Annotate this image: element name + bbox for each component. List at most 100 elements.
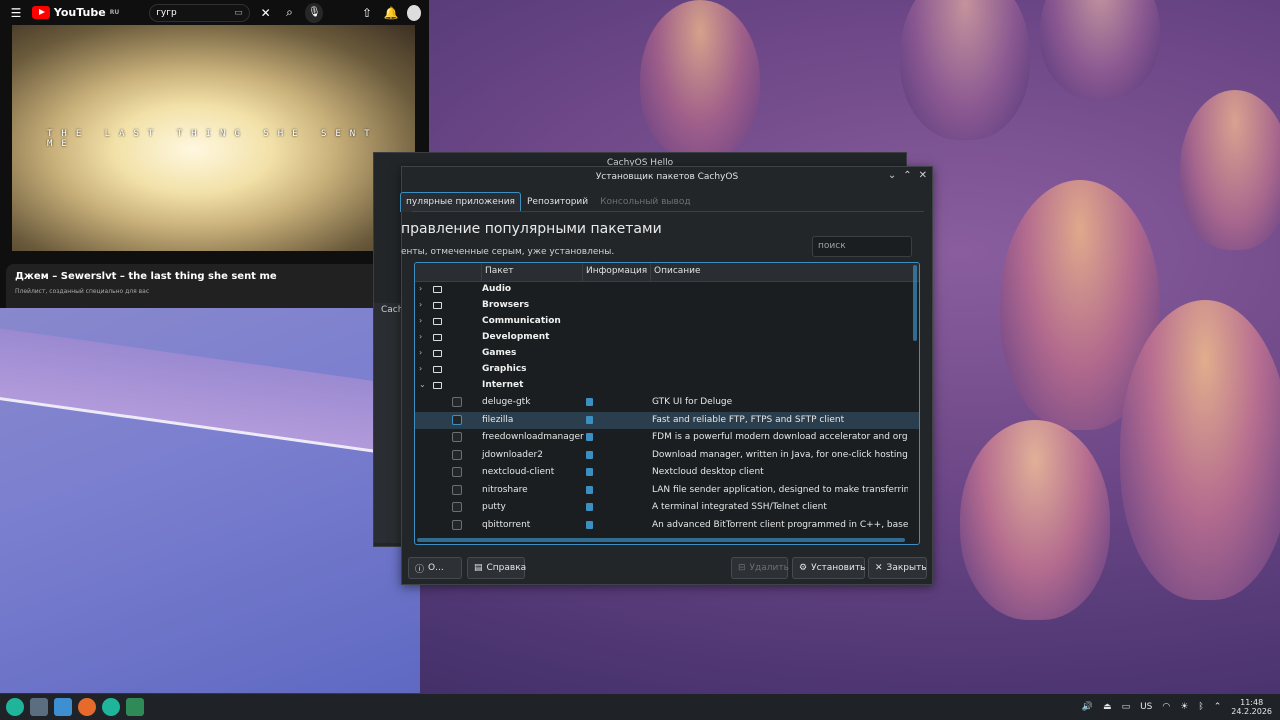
folder-icon [433,350,442,357]
category-label: Browsers [482,300,530,310]
info-icon[interactable] [586,503,593,511]
package-checkbox[interactable] [452,397,462,407]
wifi-icon[interactable]: ◠ [1162,702,1170,712]
folder-icon [433,318,442,325]
window-titlebar[interactable]: Установщик пакетов CachyOS ⌄ ⌃ ✕ [402,167,932,187]
info-icon[interactable] [586,415,593,424]
chevron-up-icon[interactable]: ⌃ [1214,702,1222,712]
package-row[interactable]: nextcloud-client Nextcloud desktop client [415,464,919,482]
chevron-down-icon[interactable]: ⌄ [419,380,426,389]
search-icon[interactable]: ⌕ [282,5,298,20]
package-checkbox[interactable] [452,414,462,425]
info-icon[interactable] [586,398,593,406]
about-button[interactable]: ⓘ О... [408,557,462,579]
column-package[interactable]: Пакет [482,263,583,281]
application-launcher-icon[interactable] [6,698,24,716]
cachyos-hello-icon[interactable] [102,698,120,716]
package-name: qbittorrent [482,519,531,530]
microphone-icon[interactable]: 🎙 [305,2,324,23]
remove-icon: ⊟ [738,563,746,573]
package-row[interactable]: freedownloadmanager FDM is a powerful mod… [415,429,919,447]
category-row[interactable]: › Games [415,346,919,362]
folder-icon [433,286,442,293]
youtube-search-input[interactable]: гугр ▭ [149,3,250,22]
close-icon[interactable]: ✕ [919,170,927,181]
desktop-icon[interactable] [30,698,48,716]
package-installer-icon[interactable] [126,698,144,716]
usb-icon[interactable]: ⏏ [1103,702,1112,712]
search-input[interactable]: поиск [812,236,912,257]
clock-time: 11:48 [1240,698,1264,707]
column-info[interactable]: Информация [583,263,651,281]
package-row[interactable]: deluge-gtk GTK UI for Deluge [415,394,919,412]
close-button[interactable]: ✕ Закрыть [868,557,927,579]
file-manager-icon[interactable] [54,698,72,716]
package-checkbox[interactable] [452,519,462,530]
tab-repository[interactable]: Репозиторий [521,192,594,212]
help-button-label: Справка [486,563,527,573]
column-description[interactable]: Описание [651,263,919,281]
package-name: freedownloadmanager [482,432,584,442]
package-row[interactable]: putty A terminal integrated SSH/Telnet cl… [415,499,919,517]
firefox-icon[interactable] [78,698,96,716]
category-label: Audio [482,284,512,294]
category-row[interactable]: › Audio [415,282,919,298]
category-row[interactable]: › Communication [415,314,919,330]
avatar[interactable] [406,4,422,21]
info-icon[interactable] [586,450,593,459]
help-button[interactable]: ▤ Справка [467,557,527,579]
info-icon[interactable] [586,468,593,476]
category-label: Games [482,348,517,358]
notifications-icon[interactable]: 🔔 [383,6,399,20]
category-row[interactable]: › Graphics [415,362,919,378]
category-row[interactable]: ⌄ Internet [415,378,919,394]
info-icon[interactable] [586,433,593,441]
category-row[interactable]: › Development [415,330,919,346]
chevron-right-icon[interactable]: › [419,284,422,293]
clear-search-icon[interactable]: ✕ [258,6,274,20]
volume-icon[interactable]: 🔊 [1082,702,1093,712]
vertical-scrollbar[interactable] [913,265,917,341]
wallpaper-shape [1120,300,1280,600]
page-subtitle: енты, отмеченные серым, уже установлены. [401,247,615,257]
package-row[interactable]: qbittorrent An advanced BitTorrent client… [415,517,919,535]
horizontal-scrollbar[interactable] [417,538,905,542]
package-tree[interactable]: Пакет Информация Описание › Audio › Browse… [414,262,920,545]
upload-icon[interactable]: ⇧ [359,6,375,20]
youtube-window: ☰ YouTube RU гугр ▭ ✕ ⌕ 🎙 ⇧ 🔔 THE LAST T… [0,0,429,308]
chevron-right-icon[interactable]: › [419,332,422,341]
remove-button-label: Удалить [749,563,789,573]
package-checkbox[interactable] [452,484,462,495]
clock[interactable]: 11:48 24.2.2026 [1231,698,1272,716]
chevron-right-icon[interactable]: › [419,300,422,309]
chevron-down-icon[interactable]: ⌄ [888,170,896,181]
chevron-up-icon[interactable]: ⌃ [903,170,911,181]
chevron-right-icon[interactable]: › [419,364,422,373]
package-checkbox[interactable] [452,502,462,512]
youtube-logo[interactable]: YouTube RU [31,6,119,19]
tab-popular-apps[interactable]: пулярные приложения [400,192,521,212]
package-row[interactable]: nitroshare LAN file sender application, d… [415,482,919,500]
chevron-right-icon[interactable]: › [419,348,422,357]
tab-bar: пулярные приложения Репозиторий Консольн… [400,192,697,212]
video-player[interactable]: THE LAST THING SHE SENT ME [12,25,415,251]
package-checkbox[interactable] [452,432,462,442]
info-icon[interactable] [586,520,593,529]
category-label: Internet [482,380,524,390]
install-button[interactable]: ⚙ Установить [792,557,865,579]
chevron-right-icon[interactable]: › [419,316,422,325]
keyboard-icon[interactable]: ▭ [234,8,243,18]
package-checkbox[interactable] [452,467,462,477]
package-row[interactable]: filezilla Fast and reliable FTP, FTPS and… [415,411,919,429]
brightness-icon[interactable]: ☀ [1180,702,1188,712]
keyboard-layout[interactable]: US [1140,702,1152,712]
package-row[interactable]: jdownloader2 Download manager, written in… [415,447,919,465]
info-icon[interactable] [586,485,593,494]
menu-icon[interactable]: ☰ [8,6,24,20]
package-checkbox[interactable] [452,449,462,460]
bluetooth-icon[interactable]: ᛒ [1198,702,1203,712]
battery-icon[interactable]: ▭ [1122,702,1131,712]
category-row[interactable]: › Browsers [415,298,919,314]
video-title[interactable]: Джем – Sewerslvt – the last thing she se… [15,271,411,282]
system-tray: 🔊 ⏏ ▭ US ◠ ☀ ᛒ ⌃ 11:48 24.2.2026 [1082,694,1272,720]
